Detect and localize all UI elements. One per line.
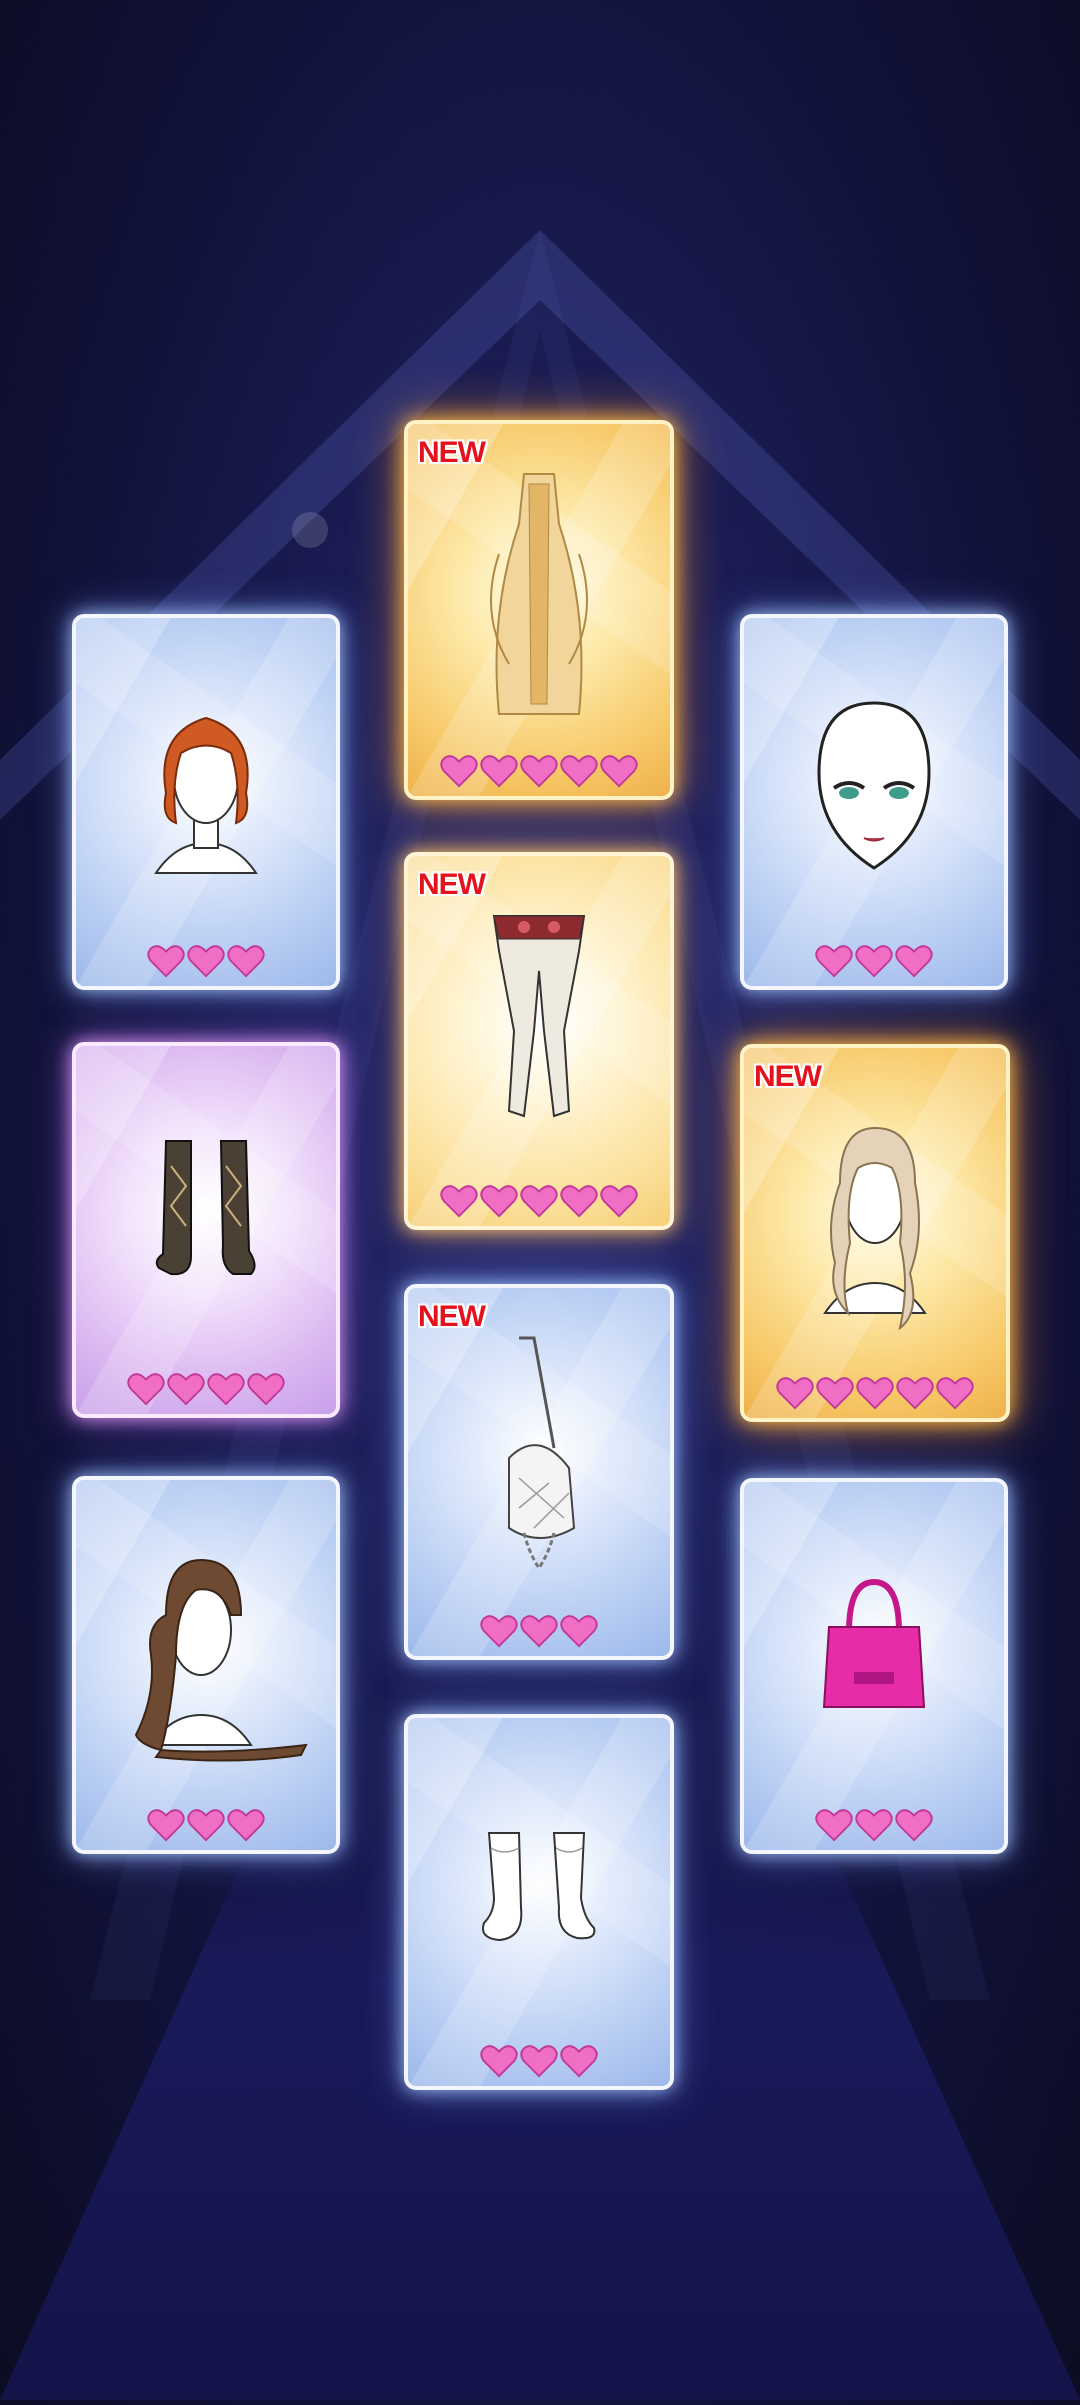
heart-icon [480, 1185, 518, 1218]
gold-gown-icon [490, 473, 588, 715]
rarity-hearts [744, 944, 1004, 978]
heart-icon [207, 1373, 245, 1406]
card-white-slouch-socks[interactable] [404, 1714, 674, 2090]
lace-tights-icon [492, 915, 586, 1118]
heart-icon [776, 1377, 814, 1410]
heart-icon [167, 1373, 205, 1406]
wavy-blonde-hair-icon [823, 1126, 927, 1331]
heart-icon [127, 1373, 165, 1406]
card-face-makeup[interactable] [740, 614, 1008, 990]
heart-icon [520, 2045, 558, 2078]
heart-icon [520, 1615, 558, 1648]
heart-icon [816, 1377, 854, 1410]
rarity-hearts [76, 1808, 336, 1842]
rarity-hearts [408, 1614, 670, 1648]
heart-icon [895, 1809, 933, 1842]
heart-icon [815, 1809, 853, 1842]
heart-icon [815, 945, 853, 978]
heart-icon [856, 1377, 894, 1410]
heart-icon [520, 755, 558, 788]
heart-icon [227, 1809, 265, 1842]
white-quilted-bag-icon [508, 1336, 576, 1571]
card-wavy-blonde-hair[interactable]: NEW [740, 1044, 1010, 1422]
card-pink-mini-bag[interactable] [740, 1478, 1008, 1854]
heart-icon [440, 755, 478, 788]
heart-icon [147, 945, 185, 978]
card-orange-bob-hair[interactable] [72, 614, 340, 990]
heart-icon [855, 945, 893, 978]
heart-icon [247, 1373, 285, 1406]
new-tag: NEW [418, 1300, 486, 1333]
rarity-hearts [76, 1372, 336, 1406]
heart-icon [480, 755, 518, 788]
rarity-hearts [408, 2044, 670, 2078]
rarity-hearts [408, 754, 670, 788]
heart-icon [147, 1809, 185, 1842]
orange-bob-hair-icon [154, 716, 258, 874]
new-tag: NEW [754, 1060, 822, 1093]
heart-icon [480, 2045, 518, 2078]
heart-icon [560, 2045, 598, 2078]
rarity-hearts [744, 1376, 1006, 1410]
heart-icon [227, 945, 265, 978]
card-lace-tights[interactable]: NEW [404, 852, 674, 1230]
long-brown-hair-icon [134, 1558, 308, 1762]
heart-icon [440, 1185, 478, 1218]
heart-icon [896, 1377, 934, 1410]
card-gold-gown[interactable]: NEW [404, 420, 674, 800]
new-tag: NEW [418, 868, 486, 901]
heart-icon [520, 1185, 558, 1218]
heart-icon [855, 1809, 893, 1842]
heart-icon [187, 945, 225, 978]
heart-icon [600, 755, 638, 788]
card-argyle-socks[interactable] [72, 1042, 340, 1418]
card-white-quilted-bag[interactable]: NEW [404, 1284, 674, 1660]
heart-icon [480, 1615, 518, 1648]
heart-icon [560, 755, 598, 788]
heart-icon [600, 1185, 638, 1218]
heart-icon [936, 1377, 974, 1410]
card-long-brown-hair[interactable] [72, 1476, 340, 1854]
heart-icon [895, 945, 933, 978]
heart-icon [560, 1185, 598, 1218]
pink-mini-bag-icon [822, 1578, 926, 1708]
rarity-hearts [76, 944, 336, 978]
heart-icon [187, 1809, 225, 1842]
white-slouch-socks-icon [482, 1832, 596, 1942]
rarity-hearts [744, 1808, 1004, 1842]
argyle-socks-icon [155, 1140, 256, 1276]
rarity-hearts [408, 1184, 670, 1218]
face-makeup-icon [817, 701, 931, 870]
heart-icon [560, 1615, 598, 1648]
